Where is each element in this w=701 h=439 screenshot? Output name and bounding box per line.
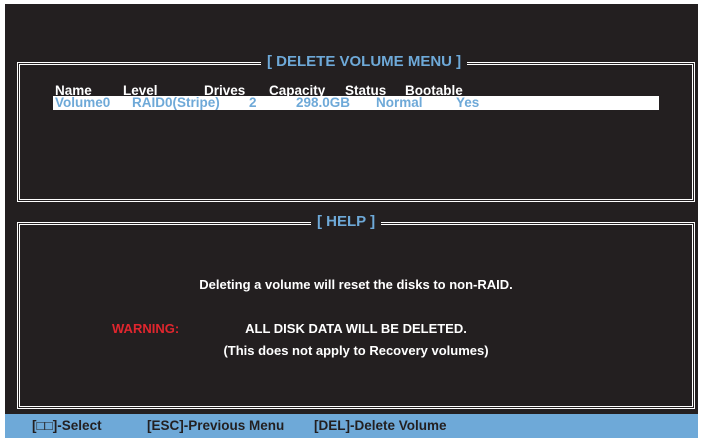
key-esc-hint[interactable]: [ESC]-Previous Menu [147,414,284,438]
help-panel: [ HELP ] Deleting a volume will reset th… [17,213,695,409]
recovery-note: (This does not apply to Recovery volumes… [223,343,489,358]
volume-drives: 2 [249,95,257,110]
key-select-hint: [□□]-Select [32,418,102,433]
help-title: [ HELP ] [311,213,382,231]
key-help-bar: [□□]-Select [ESC]-Previous Menu [DEL]-De… [5,414,698,438]
volume-table-header: Name Level Drives Capacity Status Bootab… [20,83,692,98]
volume-row-selected[interactable]: Volume0 RAID0(Stripe) 2 298.0GB Normal Y… [53,96,659,110]
volume-bootable: Yes [456,95,480,110]
volume-status: Normal [376,95,423,110]
delete-volume-panel: [ DELETE VOLUME MENU ] Name Level Drives… [17,53,695,202]
delete-volume-title: [ DELETE VOLUME MENU ] [261,53,468,71]
volume-level: RAID0(Stripe) [132,95,220,110]
warning-text: ALL DISK DATA WILL BE DELETED. [245,321,467,336]
key-del-hint[interactable]: [DEL]-Delete Volume [314,414,447,438]
volume-capacity: 298.0GB [296,95,351,110]
help-description: Deleting a volume will reset the disks t… [199,277,513,292]
volume-name: Volume0 [55,95,111,110]
bios-screen: [ DELETE VOLUME MENU ] Name Level Drives… [5,4,698,438]
